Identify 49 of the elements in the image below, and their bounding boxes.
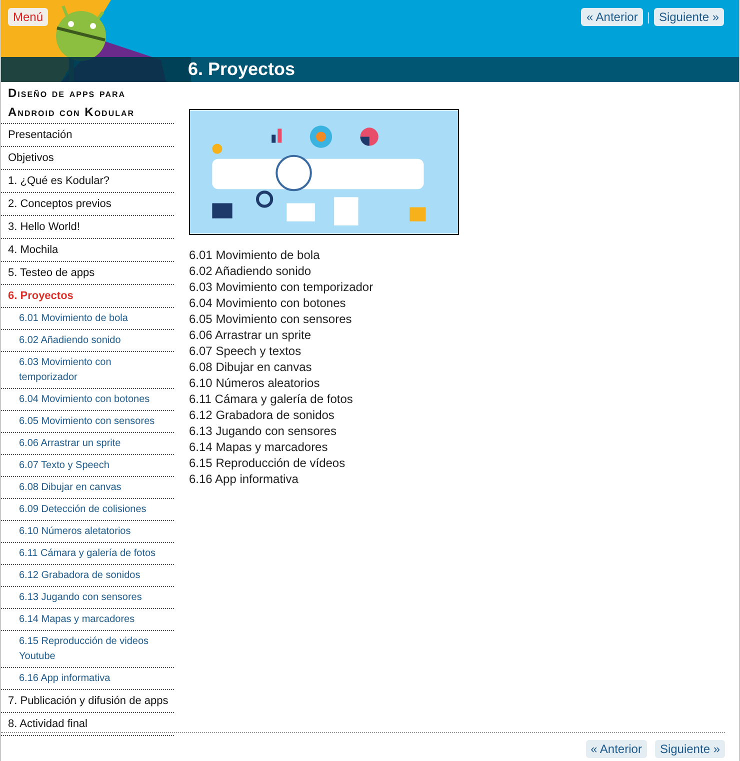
sidebar-subitem[interactable]: 6.09 Detección de colisiones [1, 499, 174, 521]
sidebar-item[interactable]: 2. Conceptos previos [1, 193, 174, 216]
sidebar-item[interactable]: 4. Mochila [1, 239, 174, 262]
sidebar-subitem[interactable]: 6.12 Grabadora de sonidos [1, 565, 174, 587]
section-link[interactable]: 6.01 Movimiento de bola [189, 247, 724, 263]
sidebar-item[interactable]: 3. Hello World! [1, 216, 174, 239]
sidebar-subitem[interactable]: 6.11 Cámara y galería de fotos [1, 543, 174, 565]
section-link[interactable]: 6.03 Movimiento con temporizador [189, 279, 724, 295]
next-button[interactable]: Siguiente » [654, 740, 725, 758]
section-link[interactable]: 6.14 Mapas y marcadores [189, 439, 724, 455]
sidebar-subitem[interactable]: 6.08 Dibujar en canvas [1, 477, 174, 499]
section-link[interactable]: 6.13 Jugando con sensores [189, 423, 724, 439]
sidebar-subitem[interactable]: 6.10 Números aletatorios [1, 521, 174, 543]
sidebar-subitem[interactable]: 6.13 Jugando con sensores [1, 587, 174, 609]
sidebar-subitem[interactable]: 6.05 Movimiento con sensores [1, 411, 174, 433]
sidebar-subitem[interactable]: 6.15 Reproducción de videos Youtube [1, 631, 174, 668]
sidebar-item[interactable]: 8. Actividad final [1, 713, 174, 736]
site-title: Diseño de apps para Android con Kodular [1, 82, 174, 124]
previous-button[interactable]: « Anterior [581, 8, 643, 26]
next-button[interactable]: Siguiente » [654, 8, 724, 26]
section-link[interactable]: 6.02 Añadiendo sonido [189, 263, 724, 279]
sidebar-subitem[interactable]: 6.02 Añadiendo sonido [1, 330, 174, 352]
sidebar-item[interactable]: 6. Proyectos [1, 285, 174, 308]
sidebar-item[interactable]: 1. ¿Qué es Kodular? [1, 170, 174, 193]
sidebar-item[interactable]: Objetivos [1, 147, 174, 170]
section-link[interactable]: 6.16 App informativa [189, 471, 724, 487]
menu-button[interactable]: Menú [8, 8, 48, 26]
section-link[interactable]: 6.08 Dibujar en canvas [189, 359, 724, 375]
page-title: 6. Proyectos [187, 58, 296, 81]
section-link[interactable]: 6.12 Grabadora de sonidos [189, 407, 724, 423]
section-link[interactable]: 6.05 Movimiento con sensores [189, 311, 724, 327]
previous-button[interactable]: « Anterior [586, 740, 647, 758]
sidebar-subitem[interactable]: 6.06 Arrastrar un sprite [1, 433, 174, 455]
section-link[interactable]: 6.04 Movimiento con botones [189, 295, 724, 311]
section-link[interactable]: 6.15 Reproducción de vídeos [189, 455, 724, 471]
sidebar-subitem[interactable]: 6.07 Texto y Speech [1, 455, 174, 477]
sidebar-subitem[interactable]: 6.16 App informativa [1, 668, 174, 690]
section-link[interactable]: 6.06 Arrastrar un sprite [189, 327, 724, 343]
sidebar-item[interactable]: 7. Publicación y difusión de apps [1, 690, 174, 713]
sidebar-item[interactable]: 5. Testeo de apps [1, 262, 174, 285]
section-link[interactable]: 6.11 Cámara y galería de fotos [189, 391, 724, 407]
sidebar-subitem[interactable]: 6.14 Mapas y marcadores [1, 609, 174, 631]
sidebar-subitem[interactable]: 6.03 Movimiento con temporizador [1, 352, 174, 389]
section-link[interactable]: 6.10 Números aleatorios [189, 375, 724, 391]
sidebar-subitem[interactable]: 6.01 Movimiento de bola [1, 308, 174, 330]
separator: | [646, 10, 650, 24]
sidebar-item[interactable]: Presentación [1, 124, 174, 147]
sidebar-subitem[interactable]: 6.04 Movimiento con botones [1, 389, 174, 411]
section-link[interactable]: 6.07 Speech y textos [189, 343, 724, 359]
